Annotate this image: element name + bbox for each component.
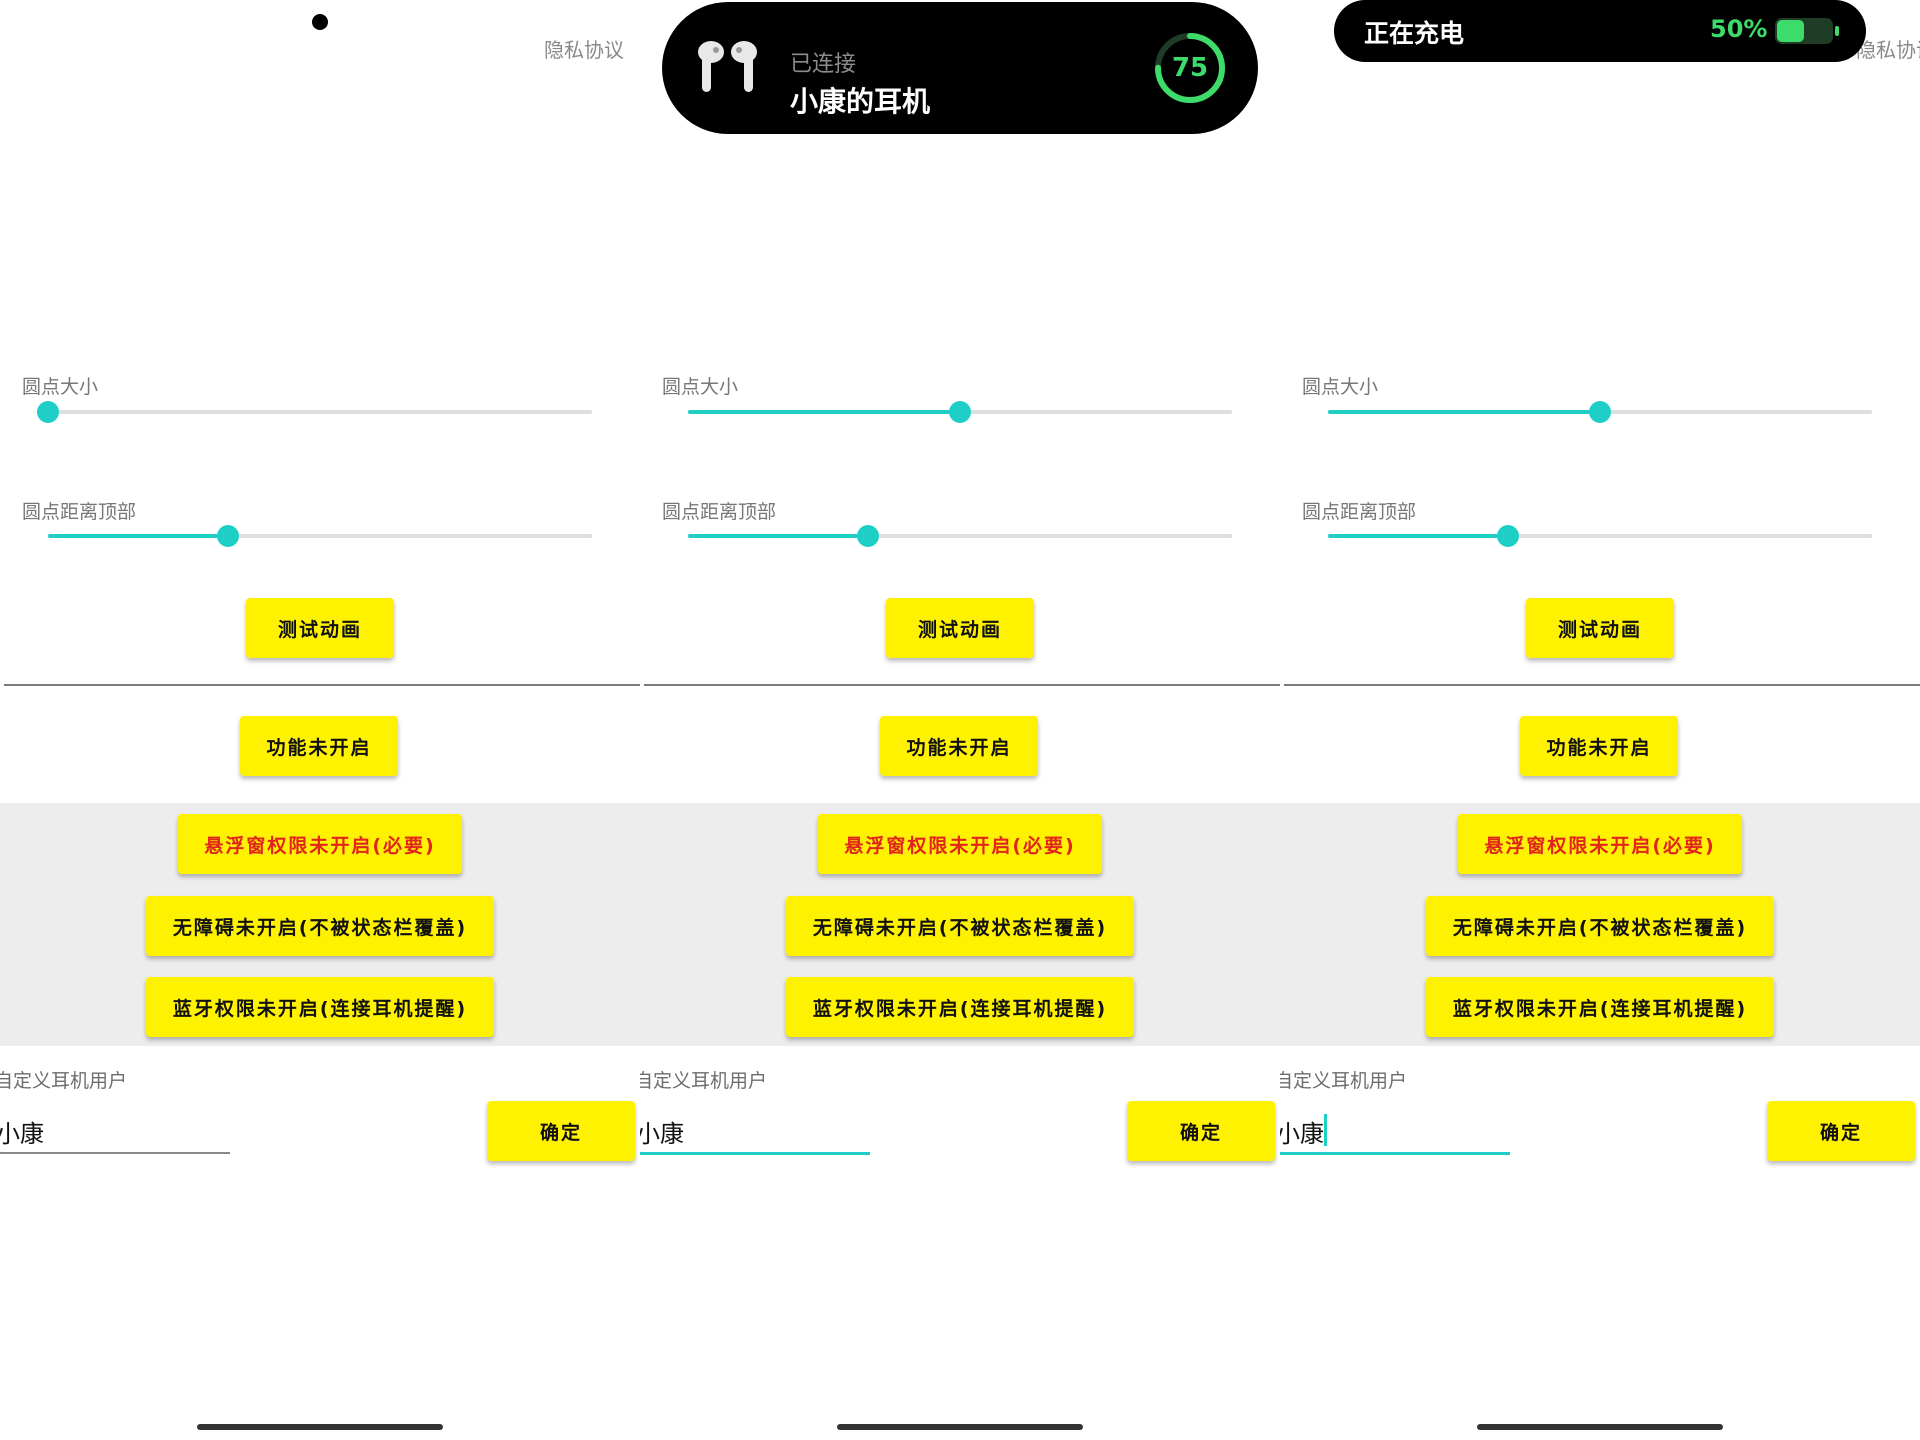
slider-thumb[interactable] <box>856 525 879 547</box>
accessibility-button[interactable]: 无障碍未开启(不被状态栏覆盖) <box>1426 896 1774 956</box>
dot-top-slider[interactable] <box>48 524 592 548</box>
battery-fill <box>1777 20 1804 42</box>
slider-fill <box>688 410 960 414</box>
charging-label: 正在充电 <box>1364 19 1465 48</box>
confirm-button[interactable]: 确定 <box>1767 1101 1915 1161</box>
slider-track <box>48 410 592 414</box>
dot-top-slider[interactable] <box>688 524 1232 548</box>
dot-size-slider[interactable] <box>37 400 592 424</box>
dot-size-label: 圆点大小 <box>1302 376 1379 398</box>
custom-user-input[interactable] <box>0 1110 230 1154</box>
dot-top-label: 圆点距离顶部 <box>1302 501 1417 523</box>
dot-top-label: 圆点距离顶部 <box>22 501 137 523</box>
charging-percent: 50% <box>1710 15 1768 43</box>
accessibility-button[interactable]: 无障碍未开启(不被状态栏覆盖) <box>146 896 494 956</box>
dot-top-label: 圆点距离顶部 <box>662 501 777 523</box>
test-animation-button[interactable]: 测试动画 <box>246 598 394 658</box>
settings-screen-1: 隐私协议 圆点大小 圆点距离顶部 测试动画 功能未开启 悬浮窗权限未开启(必要)… <box>0 0 640 1440</box>
bluetooth-permission-button[interactable]: 蓝牙权限未开启(连接耳机提醒) <box>1426 977 1774 1037</box>
preview-dot <box>312 14 328 30</box>
battery-icon <box>1775 18 1839 44</box>
slider-thumb[interactable] <box>1589 401 1611 423</box>
test-animation-button[interactable]: 测试动画 <box>1526 598 1674 658</box>
battery-percent-text: 75 <box>1171 53 1209 83</box>
privacy-policy-link[interactable]: 隐私协议 <box>544 34 624 63</box>
privacy-policy-link[interactable]: 隐私协议 <box>1856 34 1920 63</box>
home-indicator[interactable] <box>1477 1424 1723 1430</box>
feature-off-button[interactable]: 功能未开启 <box>880 716 1038 776</box>
slider-thumb[interactable] <box>949 401 971 423</box>
divider <box>1284 684 1920 686</box>
overlay-permission-button[interactable]: 悬浮窗权限未开启(必要) <box>1458 814 1742 874</box>
slider-fill <box>48 534 228 538</box>
slider-thumb[interactable] <box>37 401 59 423</box>
dot-size-slider[interactable] <box>1328 400 1872 424</box>
home-indicator[interactable] <box>197 1424 443 1430</box>
earbuds-icon <box>698 41 757 92</box>
text-cursor <box>1324 1114 1327 1146</box>
dot-top-slider[interactable] <box>1328 524 1872 548</box>
confirm-button[interactable]: 确定 <box>487 1101 635 1161</box>
dot-size-slider[interactable] <box>688 400 1232 424</box>
slider-thumb[interactable] <box>1496 525 1519 547</box>
headphone-connected-island[interactable]: 已连接 小康的耳机 75 <box>662 2 1258 134</box>
bluetooth-permission-button[interactable]: 蓝牙权限未开启(连接耳机提醒) <box>146 977 494 1037</box>
slider-fill <box>1328 534 1508 538</box>
slider-fill <box>688 534 868 538</box>
custom-user-input[interactable] <box>1280 1110 1510 1155</box>
overlay-permission-button[interactable]: 悬浮窗权限未开启(必要) <box>178 814 462 874</box>
overlay-permission-button[interactable]: 悬浮窗权限未开启(必要) <box>818 814 1102 874</box>
settings-screen-2: 圆点大小 圆点距离顶部 测试动画 功能未开启 悬浮窗权限未开启(必要) 无障碍未… <box>640 0 1280 1440</box>
device-name: 小康的耳机 <box>790 85 931 118</box>
dot-size-label: 圆点大小 <box>662 376 739 398</box>
divider <box>4 684 640 686</box>
custom-user-label: 自定义耳机用户 <box>1280 1070 1408 1092</box>
confirm-button[interactable]: 确定 <box>1127 1101 1275 1161</box>
feature-off-button[interactable]: 功能未开启 <box>1520 716 1678 776</box>
dot-size-label: 圆点大小 <box>22 376 99 398</box>
settings-screen-3: 隐私协议 圆点大小 圆点距离顶部 测试动画 功能未开启 悬浮窗权限未开启(必要)… <box>1280 0 1920 1440</box>
bluetooth-permission-button[interactable]: 蓝牙权限未开启(连接耳机提醒) <box>786 977 1134 1037</box>
divider <box>644 684 1280 686</box>
feature-off-button[interactable]: 功能未开启 <box>240 716 398 776</box>
home-indicator[interactable] <box>837 1424 1083 1430</box>
custom-user-label: 自定义耳机用户 <box>640 1070 768 1092</box>
custom-user-label: 自定义耳机用户 <box>0 1070 128 1092</box>
test-animation-button[interactable]: 测试动画 <box>886 598 1034 658</box>
custom-user-input[interactable] <box>640 1110 870 1155</box>
slider-thumb[interactable] <box>216 525 239 547</box>
connection-status: 已连接 <box>790 52 857 77</box>
slider-fill <box>1328 410 1600 414</box>
charging-island[interactable]: 正在充电 50% <box>1334 0 1866 62</box>
accessibility-button[interactable]: 无障碍未开启(不被状态栏覆盖) <box>786 896 1134 956</box>
